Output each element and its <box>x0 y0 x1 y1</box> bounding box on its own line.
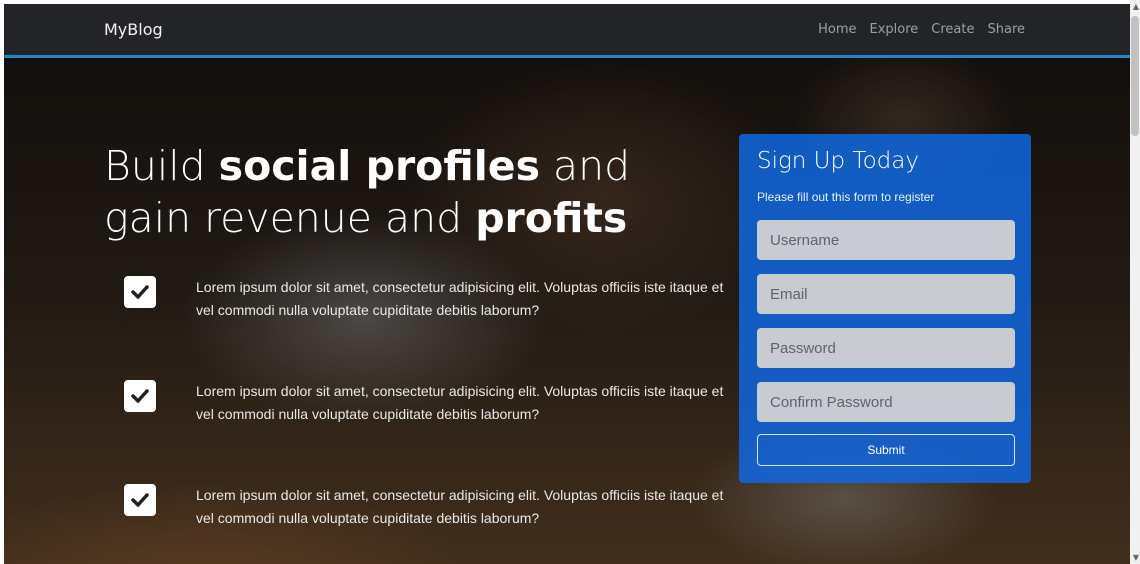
check-icon <box>124 484 156 516</box>
headline-emphasis: profits <box>475 194 628 242</box>
hero-headline: Build social profiles and gain revenue a… <box>104 140 724 244</box>
feature-item: Lorem ipsum dolor sit amet, consectetur … <box>124 484 724 544</box>
nav-links: Home Explore Create Share <box>818 4 1025 55</box>
feature-text: Lorem ipsum dolor sit amet, consectetur … <box>196 487 724 526</box>
feature-text: Lorem ipsum dolor sit amet, consectetur … <box>196 383 724 422</box>
username-input[interactable] <box>757 220 1015 260</box>
nav-link-explore[interactable]: Explore <box>869 22 918 37</box>
headline-part: Build <box>104 142 219 190</box>
feature-text: Lorem ipsum dolor sit amet, consectetur … <box>196 279 724 318</box>
scroll-down-arrow-icon[interactable]: ▼ <box>1133 553 1139 562</box>
nav-link-share[interactable]: Share <box>987 22 1025 37</box>
hero-section: Build social profiles and gain revenue a… <box>4 58 1130 564</box>
nav-link-home[interactable]: Home <box>818 22 856 37</box>
scroll-up-arrow-icon[interactable]: ▲ <box>1133 2 1139 11</box>
check-icon <box>124 276 156 308</box>
signup-subtitle: Please fill out this form to register <box>757 190 935 204</box>
feature-item: Lorem ipsum dolor sit amet, consectetur … <box>124 276 724 336</box>
submit-button[interactable]: Submit <box>757 434 1015 466</box>
scroll-thumb[interactable] <box>1131 16 1139 136</box>
browser-viewport: MyBlog Home Explore Create Share Build s… <box>4 4 1130 564</box>
nav-link-create[interactable]: Create <box>931 22 974 37</box>
headline-emphasis: social profiles <box>218 142 540 190</box>
confirm-password-input[interactable] <box>757 382 1015 422</box>
email-input[interactable] <box>757 274 1015 314</box>
brand-link[interactable]: MyBlog <box>104 4 163 55</box>
password-input[interactable] <box>757 328 1015 368</box>
feature-item: Lorem ipsum dolor sit amet, consectetur … <box>124 380 724 440</box>
navbar: MyBlog Home Explore Create Share <box>4 4 1130 58</box>
page-scrollbar[interactable]: ▲ ▼ <box>1130 0 1140 564</box>
check-icon <box>124 380 156 412</box>
signup-form: Sign Up Today Please fill out this form … <box>739 134 1031 483</box>
signup-title: Sign Up Today <box>757 148 919 174</box>
